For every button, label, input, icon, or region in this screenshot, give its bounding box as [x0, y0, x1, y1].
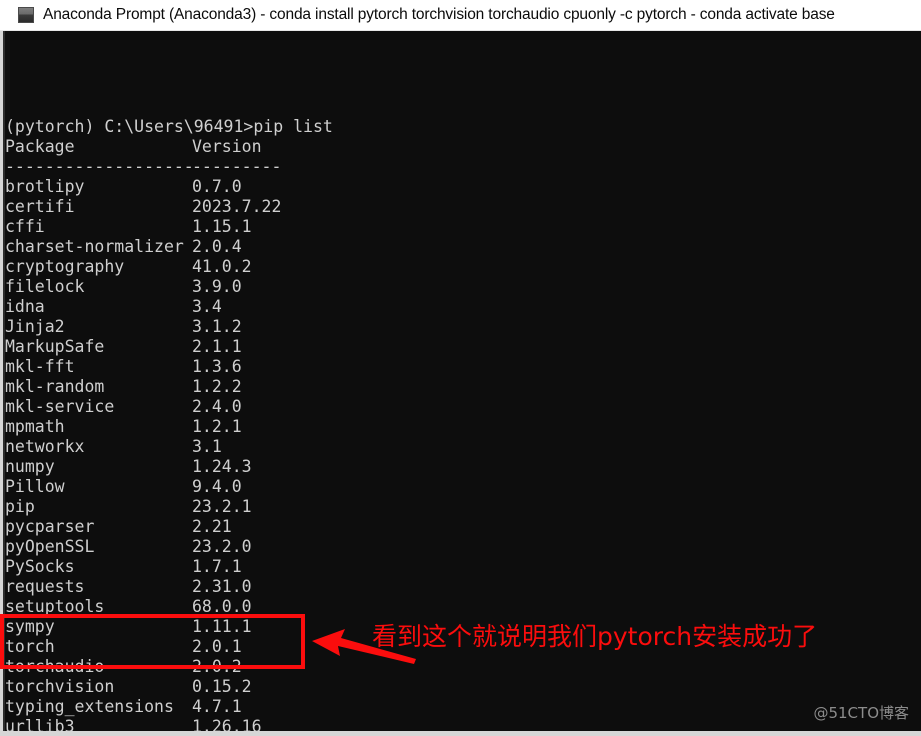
window-title-bar: Anaconda Prompt (Anaconda3) - conda inst…: [0, 0, 921, 31]
package-row: idna 3.4: [5, 297, 921, 317]
package-name: mkl-service: [5, 397, 115, 416]
package-version: 1.11.1: [192, 617, 252, 636]
package-row: typing_extensions 4.7.1: [5, 697, 921, 717]
package-name: mkl-random: [5, 377, 105, 396]
package-version: 2.0.1: [192, 637, 242, 656]
console-prompt-line: (pytorch) C:\Users\96491>pip list: [5, 117, 333, 136]
package-row: networkx 3.1: [5, 437, 921, 457]
package-name: Package: [5, 137, 75, 156]
package-name: torchvision: [5, 677, 115, 696]
console-column-separator: ----------------------------: [5, 157, 921, 177]
package-version: 9.4.0: [192, 477, 242, 496]
package-row: brotlipy 0.7.0: [5, 177, 921, 197]
package-version: 23.2.0: [192, 537, 252, 556]
package-row: pycparser 2.21: [5, 517, 921, 537]
package-row: certifi 2023.7.22: [5, 197, 921, 217]
package-name: brotlipy: [5, 177, 85, 196]
package-name: pip: [5, 497, 35, 516]
package-version: 2023.7.22: [192, 197, 282, 216]
package-version: 3.1.2: [192, 317, 242, 336]
package-row: filelock 3.9.0: [5, 277, 921, 297]
package-version: 2.1.1: [192, 337, 242, 356]
console-window[interactable]: (pytorch) C:\Users\96491>pip list Package…: [0, 31, 921, 736]
package-name: torch: [5, 637, 55, 656]
package-version: 1.2.1: [192, 417, 242, 436]
package-name: typing_extensions: [5, 697, 174, 716]
package-name: MarkupSafe: [5, 337, 105, 356]
package-version: 0.7.0: [192, 177, 242, 196]
package-name: -------------------: [5, 157, 194, 176]
package-version: 41.0.2: [192, 257, 252, 276]
package-version: 2.21: [192, 517, 232, 536]
package-version: 3.4: [192, 297, 222, 316]
package-version: 2.0.4: [192, 237, 242, 256]
package-name: Jinja2: [5, 317, 65, 336]
package-name: mpmath: [5, 417, 65, 436]
package-row: mkl-fft 1.3.6: [5, 357, 921, 377]
package-name: certifi: [5, 197, 75, 216]
package-name: cryptography: [5, 257, 125, 276]
package-name: networkx: [5, 437, 85, 456]
package-row: mpmath 1.2.1: [5, 417, 921, 437]
window-title: Anaconda Prompt (Anaconda3) - conda inst…: [43, 6, 835, 23]
package-version: 1.3.6: [192, 357, 242, 376]
package-version: ---------: [192, 157, 282, 176]
package-version: 3.9.0: [192, 277, 242, 296]
screenshot-root: Anaconda Prompt (Anaconda3) - conda inst…: [0, 0, 921, 736]
package-row: setuptools 68.0.0: [5, 597, 921, 617]
package-name: setuptools: [5, 597, 105, 616]
package-name: filelock: [5, 277, 85, 296]
package-row: cffi 1.15.1: [5, 217, 921, 237]
annotation-text: 看到这个就说明我们pytorch安装成功了: [372, 622, 818, 651]
package-version: 1.7.1: [192, 557, 242, 576]
console-column-header: Package Version: [5, 137, 921, 157]
package-row: mkl-random 1.2.2: [5, 377, 921, 397]
package-version: 2.31.0: [192, 577, 252, 596]
package-row: MarkupSafe 2.1.1: [5, 337, 921, 357]
package-version: 4.7.1: [192, 697, 242, 716]
package-row: torchvision 0.15.2: [5, 677, 921, 697]
package-name: Pillow: [5, 477, 65, 496]
package-row: pyOpenSSL 23.2.0: [5, 537, 921, 557]
package-version: 1.2.2: [192, 377, 242, 396]
watermark: @51CTO博客: [813, 704, 909, 722]
package-version: 2.4.0: [192, 397, 242, 416]
package-row: mkl-service 2.4.0: [5, 397, 921, 417]
console-top-padding: [5, 91, 921, 117]
package-name: PySocks: [5, 557, 75, 576]
package-name: pyOpenSSL: [5, 537, 95, 556]
package-name: charset-normalizer: [5, 237, 184, 256]
package-version: 68.0.0: [192, 597, 252, 616]
package-name: requests: [5, 577, 85, 596]
package-version: Version: [192, 137, 262, 156]
package-version: 1.15.1: [192, 217, 252, 236]
package-row: requests 2.31.0: [5, 577, 921, 597]
package-row: cryptography 41.0.2: [5, 257, 921, 277]
package-row: Jinja2 3.1.2: [5, 317, 921, 337]
package-name: sympy: [5, 617, 55, 636]
package-version: 0.15.2: [192, 677, 252, 696]
package-name: mkl-fft: [5, 357, 75, 376]
package-row: PySocks 1.7.1: [5, 557, 921, 577]
package-version: 2.0.2: [192, 657, 242, 676]
package-name: pycparser: [5, 517, 95, 536]
package-row: Pillow 9.4.0: [5, 477, 921, 497]
console-window-icon: [18, 7, 34, 23]
package-row: pip 23.2.1: [5, 497, 921, 517]
window-bottom-border: [0, 731, 921, 736]
package-name: torchaudio: [5, 657, 105, 676]
package-version: 23.2.1: [192, 497, 252, 516]
package-version: 1.24.3: [192, 457, 252, 476]
package-row: charset-normalizer 2.0.4: [5, 237, 921, 257]
package-row: numpy 1.24.3: [5, 457, 921, 477]
package-row: torchaudio 2.0.2: [5, 657, 921, 677]
package-name: cffi: [5, 217, 45, 236]
package-name: numpy: [5, 457, 55, 476]
package-name: idna: [5, 297, 45, 316]
package-version: 3.1: [192, 437, 222, 456]
